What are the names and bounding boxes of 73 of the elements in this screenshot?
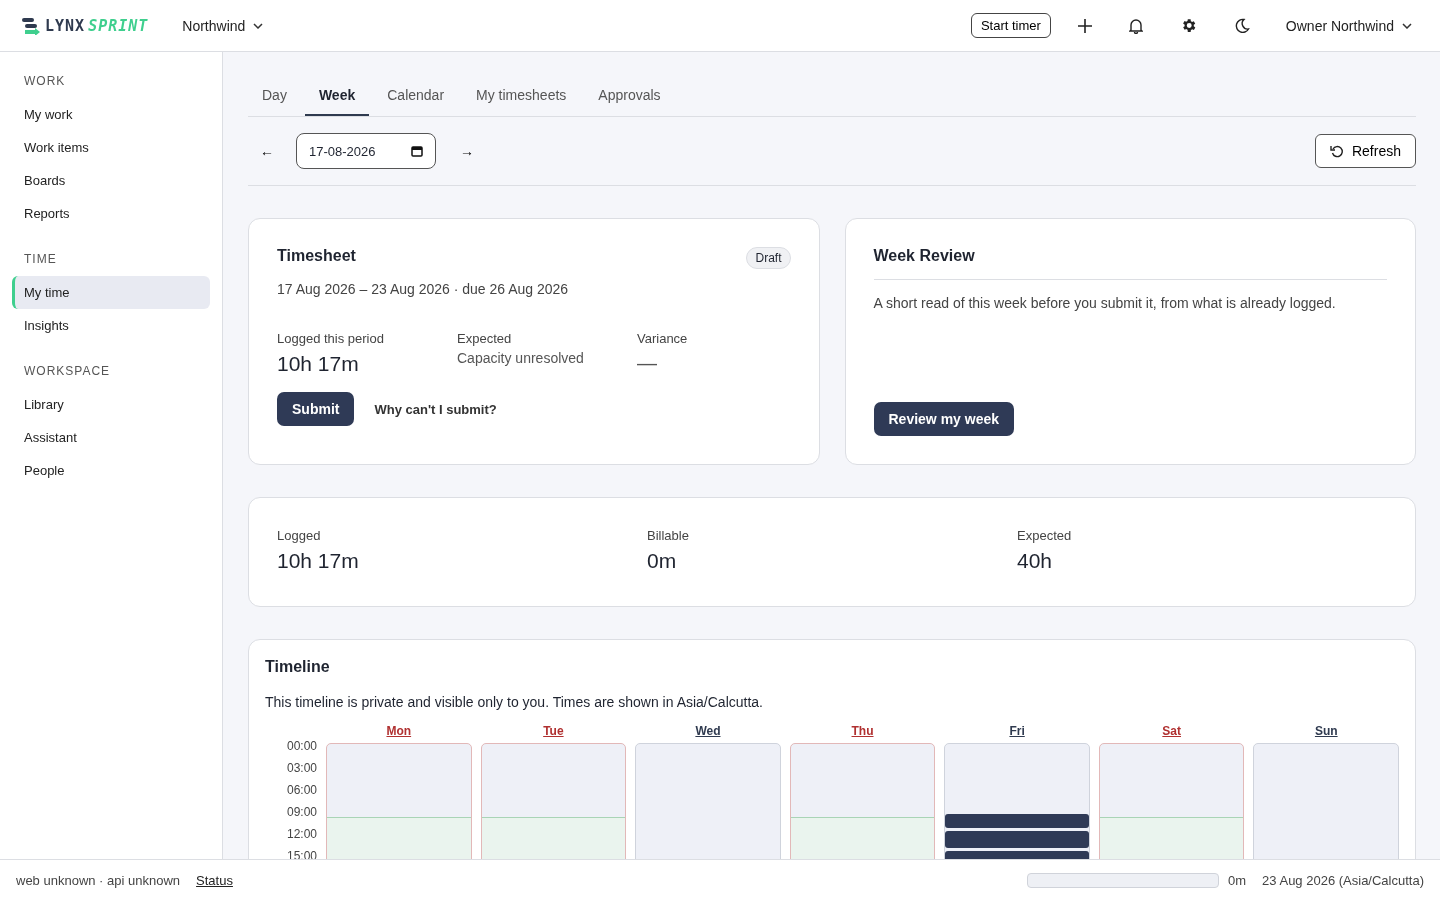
hour-label: 03:00 [286,761,317,777]
org-switcher[interactable]: Northwind [182,17,264,34]
why-link[interactable]: Why can't I submit? [374,401,497,417]
status-badge: Draft [746,247,791,269]
chevron-down-icon [1402,22,1412,29]
stat-label: Expected [1017,528,1073,543]
start-timer-button[interactable]: Start timer [970,13,1051,38]
sidebar-item[interactable]: Boards [12,164,210,197]
refresh-icon [1329,144,1344,158]
logo-icon [22,16,42,35]
tab[interactable]: My timesheets [462,78,581,116]
sidebar-item[interactable]: Library [12,388,210,421]
day-link[interactable]: Fri [1009,724,1025,738]
logo[interactable]: LYNX SPRINT [22,16,149,35]
date-field[interactable]: 17-08-2026 [296,133,436,169]
stat-label: Logged [277,528,322,543]
card-title: Timesheet [277,247,356,265]
day-link[interactable]: Mon [386,724,412,738]
tab[interactable]: Approvals [584,78,675,116]
timeline-note: This timeline is private and visible only to you. Times are shown in Asia/Calcutta. [265,694,764,710]
day-link[interactable]: Wed [695,724,721,738]
sidebar-item[interactable]: Work items [12,131,210,164]
stat-value: 10h 17m [277,549,360,573]
stat-label: Billable [647,528,690,543]
sidebar-item[interactable]: Insights [12,309,210,342]
calendar-icon [411,145,423,157]
sidebar-item[interactable]: My time [12,276,210,309]
hour-label: 06:00 [286,783,317,799]
previous-week-button[interactable]: ← [256,143,278,159]
day-link[interactable]: Sat [1162,724,1181,738]
user-menu[interactable]: Owner Northwind [1285,17,1412,34]
plus-icon[interactable] [1077,18,1092,33]
progress-reading: 0m [1228,872,1247,888]
moon-icon[interactable] [1233,17,1250,34]
tab[interactable]: Week [304,78,370,116]
card-title: Week Review [873,247,1387,280]
refresh-button[interactable]: Refresh [1314,134,1416,168]
version-text: web unknown · api unknown [16,872,181,888]
day-link[interactable]: Sun [1314,724,1338,738]
tab[interactable]: Calendar [373,78,459,116]
review-text: A short read of this week before you submit it, from what is already logged. [873,295,1337,311]
period-text: 17 Aug 2026 – 23 Aug 2026 · due 26 Aug 2026 [277,281,570,297]
tab[interactable]: Day [248,78,301,116]
day-link[interactable]: Thu [851,724,874,738]
sidebar-item[interactable]: Reports [12,197,210,230]
stat-value: — [637,352,658,375]
section-heading: TIME [24,252,58,266]
logo-text: LYNX [45,16,86,35]
section-heading: WORKSPACE [24,364,112,378]
chevron-down-icon [253,22,264,29]
section-heading: WORK [24,74,67,88]
hour-label: 00:00 [286,739,317,755]
stat-value: 10h 17m [277,352,360,376]
stat-value: 40h [1017,549,1054,573]
stat-label: Logged this period [277,331,385,346]
stat-label: Expected [457,331,513,346]
sidebar-item[interactable]: Assistant [12,421,210,454]
review-button[interactable]: Review my week [873,402,1014,436]
logo-text-accent: SPRINT [88,16,149,35]
hour-label: 09:00 [286,805,317,821]
next-week-button[interactable]: → [456,143,478,159]
bell-icon[interactable] [1128,17,1143,34]
stat-value: Capacity unresolved [457,350,585,366]
hour-label: 12:00 [286,827,317,843]
status-link[interactable]: Status [196,872,233,888]
sidebar-item[interactable]: People [12,454,210,487]
stat-label: Variance [637,331,689,346]
card-title: Timeline [265,658,331,676]
stat-value: 0m [647,549,678,573]
sidebar-item[interactable]: My work [12,98,210,131]
date-text: 23 Aug 2026 (Asia/Calcutta) [1262,872,1424,888]
day-link[interactable]: Tue [543,724,564,738]
submit-button[interactable]: Submit [277,392,355,426]
